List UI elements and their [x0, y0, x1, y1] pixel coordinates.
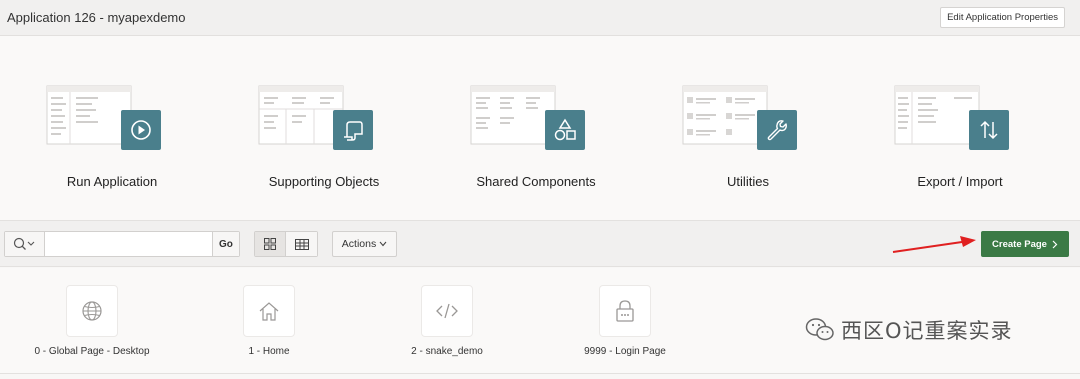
page-title: Application 126 - myapexdemo	[7, 10, 186, 25]
page-card-home[interactable]: 1 - Home	[184, 285, 354, 365]
search-options-button[interactable]	[5, 232, 45, 256]
annotation-arrow-icon	[892, 236, 976, 253]
application-actions-panel: Run Application Supporting Objects Share…	[0, 36, 1080, 220]
search-icon	[14, 237, 35, 250]
search-group: Go	[4, 231, 240, 257]
export-import-label: Export / Import	[917, 174, 1003, 189]
shared-components-label: Shared Components	[476, 174, 596, 189]
page-icon-box	[421, 285, 473, 337]
page-icon-box	[243, 285, 295, 337]
up-down-arrows-icon	[969, 110, 1009, 150]
create-page-button[interactable]: Create Page	[981, 231, 1069, 257]
page-label: 1 - Home	[248, 346, 290, 357]
page-label: 2 - snake_demo	[411, 346, 483, 357]
page-icon-box	[599, 285, 651, 337]
report-view-button[interactable]	[286, 232, 317, 256]
go-button[interactable]: Go	[211, 232, 239, 256]
page-label: 0 - Global Page - Desktop	[34, 346, 150, 357]
play-icon	[121, 110, 161, 150]
globe-icon	[82, 301, 102, 321]
run-application-tile[interactable]: Run Application	[4, 36, 220, 220]
lock-icon	[616, 300, 634, 322]
chevron-down-icon	[379, 241, 387, 247]
page-card-global[interactable]: 0 - Global Page - Desktop	[7, 285, 177, 365]
edit-application-properties-button[interactable]: Edit Application Properties	[940, 7, 1065, 28]
supporting-objects-tile[interactable]: Supporting Objects	[216, 36, 432, 220]
shapes-icon	[545, 110, 585, 150]
page-label: 9999 - Login Page	[584, 346, 666, 357]
grid-icon	[264, 238, 276, 250]
export-import-illustration	[894, 85, 980, 145]
page-card-snake-demo[interactable]: 2 - snake_demo	[362, 285, 532, 365]
shared-components-tile[interactable]: Shared Components	[428, 36, 644, 220]
page-card-login[interactable]: 9999 - Login Page	[540, 285, 710, 365]
wechat-icon	[805, 318, 834, 341]
watermark-text: 西区O记重案实录	[841, 319, 1013, 343]
wrench-icon	[757, 110, 797, 150]
home-icon	[259, 302, 279, 321]
actions-menu-button[interactable]: Actions	[332, 231, 397, 257]
utilities-illustration	[682, 85, 768, 145]
utilities-label: Utilities	[727, 174, 769, 189]
utilities-tile[interactable]: Utilities	[640, 36, 856, 220]
create-page-label: Create Page	[992, 238, 1047, 250]
code-icon	[436, 303, 458, 319]
supporting-objects-illustration	[258, 85, 344, 145]
watermark: 西区O记重案实录	[805, 315, 1013, 345]
run-application-illustration	[46, 85, 132, 145]
shared-components-illustration	[470, 85, 556, 145]
actions-label: Actions	[341, 238, 377, 250]
scroll-icon	[333, 110, 373, 150]
search-input[interactable]	[44, 232, 212, 256]
view-mode-toggle	[254, 231, 318, 257]
table-icon	[294, 238, 309, 250]
export-import-tile[interactable]: Export / Import	[852, 36, 1068, 220]
icon-view-button[interactable]	[255, 232, 287, 256]
page-icon-box	[66, 285, 118, 337]
supporting-objects-label: Supporting Objects	[268, 174, 380, 189]
chevron-right-icon	[1052, 240, 1058, 248]
run-application-label: Run Application	[66, 174, 158, 189]
app-header: Application 126 - myapexdemo Edit Applic…	[0, 0, 1080, 36]
